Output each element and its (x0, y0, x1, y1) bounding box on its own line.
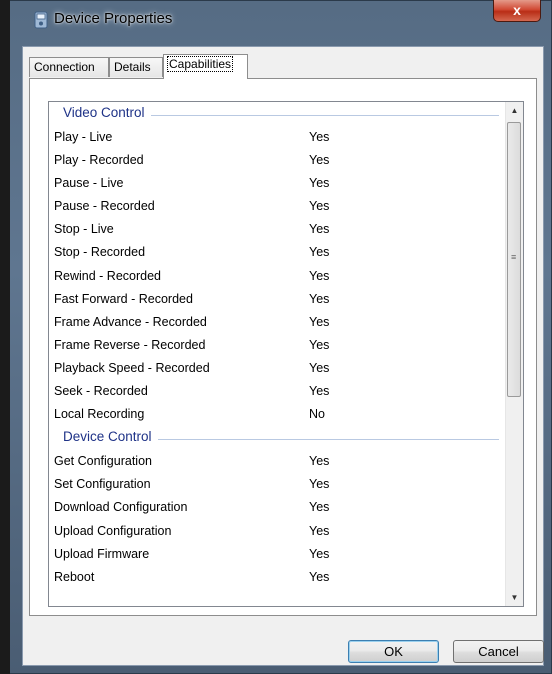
group-title: Device Control (63, 429, 158, 445)
capability-row[interactable]: Upload Configuration Yes (49, 520, 507, 543)
ok-button[interactable]: OK (348, 640, 439, 663)
capability-name: Download Configuration (54, 500, 188, 515)
capability-name: Reboot (54, 569, 95, 584)
capability-row[interactable]: Playback Speed - Recorded Yes (49, 357, 507, 380)
capability-row[interactable]: Rewind - Recorded Yes (49, 265, 507, 288)
capability-row[interactable]: Play - Live Yes (49, 126, 507, 149)
capability-name: Pause - Live (54, 176, 124, 191)
capability-value: Yes (309, 384, 330, 399)
capability-value: Yes (309, 546, 330, 561)
capability-name: Fast Forward - Recorded (54, 291, 193, 306)
scroll-thumb[interactable]: ≡ (507, 122, 521, 397)
group-header: Device Control (49, 427, 507, 450)
capability-row[interactable]: Download Configuration Yes (49, 496, 507, 519)
capability-row[interactable]: Local Recording No (49, 403, 507, 426)
tab-connection[interactable]: Connection (29, 57, 109, 77)
close-icon: x (513, 2, 521, 18)
capabilities-panel: Video Control Play - Live Yes Play - Record… (29, 78, 537, 616)
capability-row[interactable]: Frame Reverse - Recorded Yes (49, 334, 507, 357)
capability-value: Yes (309, 314, 330, 329)
capability-name: Play - Live (54, 130, 113, 144)
tab-connection-label: Connection (34, 60, 95, 74)
group-title: Video Control (63, 105, 151, 120)
capability-row[interactable]: Pause - Recorded Yes (49, 195, 507, 218)
background-edge (0, 0, 10, 674)
group-header: Video Control (49, 103, 507, 126)
capability-value: Yes (309, 153, 330, 168)
capability-row[interactable]: Frame Advance - Recorded Yes (49, 311, 507, 334)
scroll-down-icon: ▼ (510, 593, 519, 602)
capability-value: Yes (309, 454, 330, 469)
scroll-up-icon: ▲ (510, 106, 519, 115)
tab-details-label: Details (114, 60, 151, 74)
capability-value: Yes (309, 130, 330, 144)
capability-name: Stop - Recorded (54, 245, 146, 260)
capability-row[interactable]: Set Configuration Yes (49, 473, 507, 496)
window-title: Device Properties (54, 10, 173, 27)
scroll-grip-icon: ≡ (511, 252, 517, 262)
tab-details[interactable]: Details (109, 57, 163, 77)
capability-value: Yes (309, 291, 330, 306)
capability-name: Local Recording (54, 407, 145, 422)
tab-capabilities[interactable]: Capabilities (163, 54, 248, 79)
capability-name: Get Configuration (54, 454, 152, 469)
capability-name: Seek - Recorded (54, 384, 148, 399)
capabilities-rows: Video Control Play - Live Yes Play - Record… (49, 102, 507, 589)
capability-value: Yes (309, 337, 330, 352)
capability-row[interactable]: Pause - Live Yes (49, 172, 507, 195)
capability-row[interactable]: Seek - Recorded Yes (49, 380, 507, 403)
capability-name: Frame Advance - Recorded (54, 314, 207, 329)
capability-value: Yes (309, 268, 330, 283)
capability-value: Yes (309, 360, 330, 375)
capability-row[interactable]: Get Configuration Yes (49, 450, 507, 473)
capability-name: Upload Firmware (54, 546, 150, 561)
capability-value: Yes (309, 245, 330, 260)
capability-name: Play - Recorded (54, 153, 144, 168)
capability-value: Yes (309, 569, 330, 584)
capabilities-list[interactable]: Video Control Play - Live Yes Play - Record… (48, 101, 524, 607)
tab-capabilities-label: Capabilities (167, 56, 234, 72)
capability-row[interactable]: Reboot Yes (49, 566, 507, 589)
capability-row[interactable]: Fast Forward - Recorded Yes (49, 288, 507, 311)
capability-name: Frame Reverse - Recorded (54, 337, 206, 352)
capability-value: No (309, 407, 325, 422)
close-button[interactable]: x (493, 0, 541, 22)
capability-row[interactable]: Upload Firmware Yes (49, 543, 507, 566)
capability-value: Yes (309, 500, 330, 515)
capability-row[interactable]: Play - Recorded Yes (49, 149, 507, 172)
device-properties-icon (34, 11, 48, 29)
capability-row[interactable]: Stop - Recorded Yes (49, 241, 507, 264)
capability-row[interactable]: Stop - Live Yes (49, 218, 507, 241)
capability-name: Rewind - Recorded (54, 268, 161, 283)
capability-name: Stop - Live (54, 222, 114, 237)
capability-value: Yes (309, 199, 330, 214)
title-bar[interactable]: Device Properties (10, 0, 552, 38)
scroll-up-button[interactable]: ▲ (506, 102, 523, 119)
dialog-client-area: Connection Details Capabilities Video Co… (22, 46, 544, 666)
capability-value: Yes (309, 176, 330, 191)
capability-value: Yes (309, 222, 330, 237)
capability-value: Yes (309, 477, 330, 492)
scroll-down-button[interactable]: ▼ (506, 589, 523, 606)
capability-name: Playback Speed - Recorded (54, 360, 210, 375)
capability-name: Pause - Recorded (54, 199, 155, 214)
capability-name: Upload Configuration (54, 523, 172, 538)
cancel-button[interactable]: Cancel (453, 640, 544, 663)
capability-value: Yes (309, 523, 330, 538)
vertical-scrollbar[interactable]: ▲ ≡ ▼ (505, 102, 523, 606)
capability-name: Set Configuration (54, 477, 151, 492)
